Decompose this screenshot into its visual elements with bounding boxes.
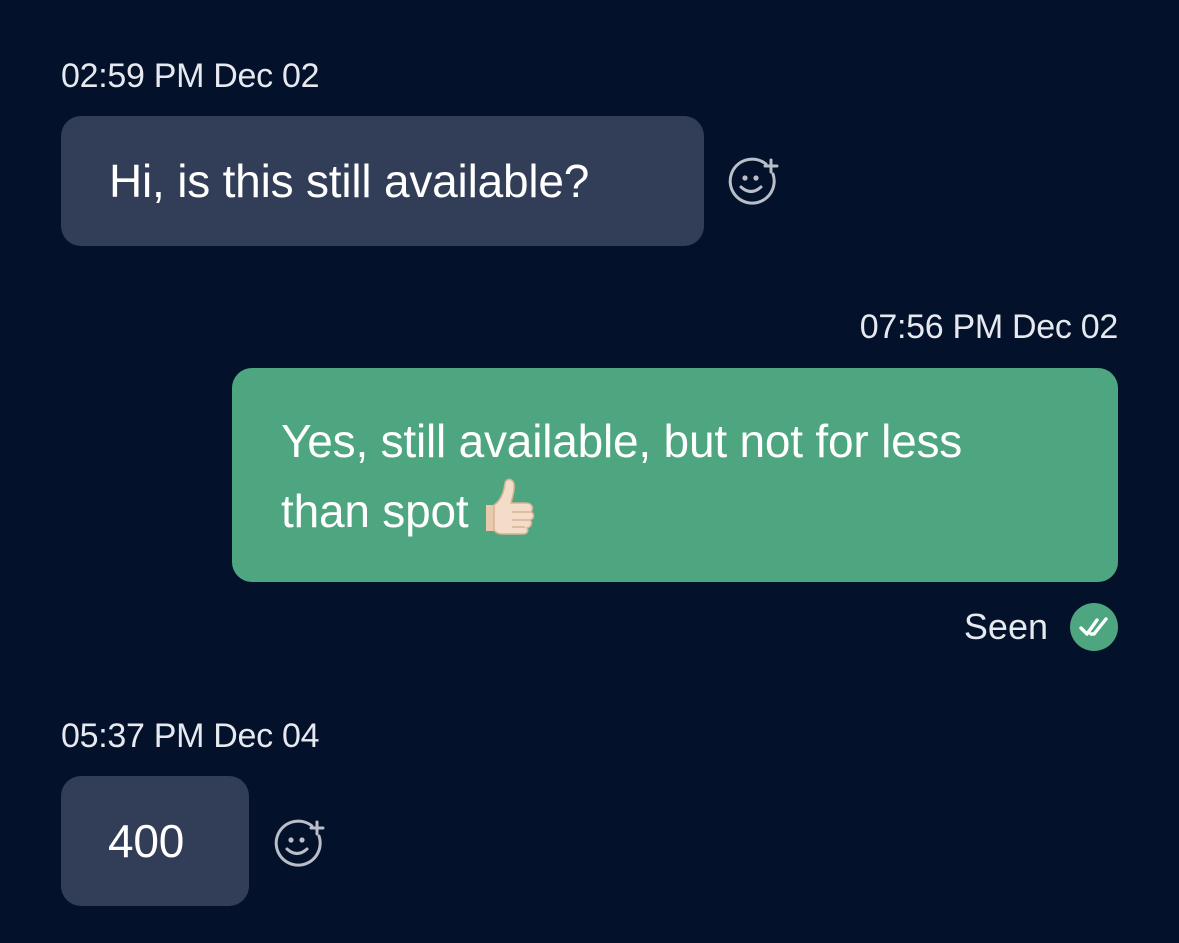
incoming-message-bubble[interactable]: 400 xyxy=(61,776,249,906)
read-receipt: Seen xyxy=(964,602,1118,652)
add-reaction-button[interactable] xyxy=(726,156,780,210)
message-timestamp: 07:56 PM Dec 02 xyxy=(859,308,1119,346)
outgoing-message-bubble[interactable]: Yes, still available, but not for less t… xyxy=(232,368,1118,582)
message-text: 400 xyxy=(108,815,185,867)
message-text: than spot xyxy=(281,485,469,537)
message-text-line-with-emoji: than spot xyxy=(281,474,1118,548)
message-timestamp: 02:59 PM Dec 02 xyxy=(61,57,320,95)
thumbs-up-icon xyxy=(486,478,535,535)
incoming-message-bubble[interactable]: Hi, is this still available? xyxy=(61,116,704,246)
seen-label: Seen xyxy=(963,606,1048,647)
emoji-add-icon xyxy=(728,157,779,205)
add-reaction-button[interactable] xyxy=(272,818,326,872)
message-text: Hi, is this still available? xyxy=(109,155,590,207)
emoji-add-icon xyxy=(274,819,325,867)
double-check-icon xyxy=(1070,603,1118,651)
message-timestamp: 05:37 PM Dec 04 xyxy=(61,717,320,755)
message-text-line: Yes, still available, but not for less xyxy=(281,415,963,467)
chat-thread: 02:59 PM Dec 02 Hi, is this still availa… xyxy=(0,0,1179,943)
